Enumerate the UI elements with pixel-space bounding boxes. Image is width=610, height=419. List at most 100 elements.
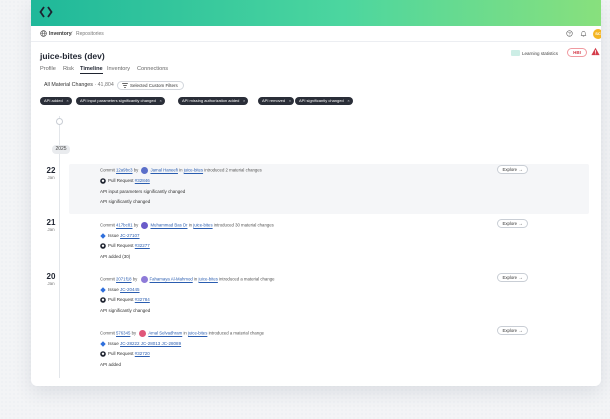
filter-chip[interactable]: API significantly changed × (295, 97, 353, 105)
change-item: API added (30) (100, 254, 131, 259)
commit-prefix: Commit (100, 276, 115, 282)
author-link[interactable]: Fahamaya Al-Mahmod (150, 277, 193, 282)
commit-action: introduced 2 material changes (204, 167, 262, 173)
date-month: Jan (47, 281, 55, 286)
chip-remove-icon[interactable]: × (66, 97, 68, 105)
author-avatar (140, 276, 148, 283)
explore-button[interactable]: Explore → (497, 273, 528, 282)
change-item: API significantly changed (100, 199, 151, 204)
commit-link[interactable]: 12a9bc3 (116, 168, 133, 173)
issue-link[interactable]: JC-28222 JC-28013 JC-28089 (120, 341, 181, 346)
filter-chip-label: API missing authorization added (182, 98, 240, 103)
explore-button[interactable]: Explore → (497, 165, 528, 174)
filter-chip-label: API significantly changed (299, 98, 344, 103)
help-icon[interactable] (566, 30, 573, 37)
pull-request-link[interactable]: #32846 (135, 178, 150, 183)
issue-ref: Issue JC-28222 JC-28013 JC-28089 (100, 341, 181, 347)
pull-request-ref: Pull Request #32720 (100, 351, 150, 357)
screenshot-stage: Inventory / Repositories SC juice-bites … (0, 0, 610, 419)
filter-chip[interactable]: API input parameters significantly chang… (76, 97, 165, 105)
app-window: Inventory / Repositories SC juice-bites … (31, 0, 601, 386)
date-day: 20 (46, 272, 56, 281)
commit-link[interactable]: 576345 (116, 331, 130, 336)
commit-action: introduced a material change (219, 276, 275, 282)
author-avatar (141, 222, 149, 229)
chip-remove-icon[interactable]: × (289, 97, 291, 105)
author-link[interactable]: Amal Selvadhram (148, 331, 182, 336)
commit-action: introduced 30 material changes (213, 222, 274, 228)
commit-summary: Commit 12a9bc3 by Jamal Haneefi in juice… (100, 167, 262, 174)
pull-request-link[interactable]: #32720 (135, 351, 150, 356)
repo-link[interactable]: juice-bites (193, 223, 212, 228)
commit-by: by (133, 167, 139, 173)
github-icon (100, 243, 106, 249)
user-avatar[interactable]: SC (593, 29, 601, 39)
repo-link[interactable]: juice-bites (199, 277, 218, 282)
chip-remove-icon[interactable]: × (159, 97, 161, 105)
commit-link[interactable]: 417bc81 (116, 223, 133, 228)
ref-type: Issue (108, 287, 119, 293)
author-link[interactable]: Muhammad Bas Dr (150, 223, 187, 228)
app-logo-icon[interactable] (39, 5, 53, 19)
commit-in: in (188, 222, 193, 228)
filter-chip[interactable]: API missing authorization added × (178, 97, 249, 105)
commit-summary: Commit 2071f18 by Fahamaya Al-Mahmod in … (100, 276, 275, 283)
learning-statistics-label: Learning statistics (522, 51, 559, 56)
hbi-badge[interactable]: HBI (567, 48, 587, 57)
jira-icon (100, 341, 106, 347)
filter-chip-label: API added (44, 98, 63, 103)
jira-icon (100, 287, 106, 293)
chip-remove-icon[interactable]: × (347, 97, 349, 105)
commit-by: by (133, 222, 139, 228)
issue-link[interactable]: JC-27107 (120, 233, 140, 238)
github-icon (100, 178, 106, 184)
commit-action: introduced a material change (208, 330, 264, 336)
repo-link[interactable]: juice-bites (188, 331, 207, 336)
commit-by: by (131, 330, 137, 336)
ref-type: Pull Request (108, 297, 134, 303)
commit-in: in (179, 167, 183, 173)
date-day: 22 (46, 166, 56, 175)
custom-filters-button[interactable]: Selected Custom Filters (117, 81, 184, 90)
pull-request-link[interactable]: #32277 (135, 243, 150, 248)
date-day: 21 (46, 218, 56, 227)
ref-type: Pull Request (108, 243, 134, 249)
author-link[interactable]: Jamal Haneefi (150, 168, 177, 173)
explore-button[interactable]: Explore → (497, 219, 528, 228)
filter-chip-label: API input parameters significantly chang… (80, 98, 156, 103)
date-label: 21 Jan (40, 218, 62, 232)
page-title: juice-bites (dev) (40, 51, 105, 61)
repo-link[interactable]: juice-bites (184, 168, 203, 173)
pull-request-ref: Pull Request #32784 (100, 297, 150, 303)
ref-type: Issue (108, 233, 119, 239)
tab-timeline[interactable]: Timeline (80, 66, 103, 74)
tab-connections[interactable]: Connections (137, 66, 168, 72)
filter-chip[interactable]: API added × (40, 97, 72, 105)
date-month: Jan (47, 175, 55, 180)
filter-chip-label: API removed (262, 98, 286, 103)
learning-statistics-icon (511, 50, 520, 56)
warning-icon[interactable] (591, 47, 600, 56)
breadcrumb-bar: Inventory / Repositories SC (31, 26, 601, 42)
tab-inventory[interactable]: Inventory (107, 66, 130, 72)
filter-chip[interactable]: API removed × (258, 97, 295, 105)
tab-profile[interactable]: Profile (40, 66, 56, 72)
chip-remove-icon[interactable]: × (243, 97, 245, 105)
tab-risk[interactable]: Risk (63, 66, 74, 72)
breadcrumb-repositories[interactable]: Repositories (76, 31, 104, 37)
timeline-rail (59, 116, 60, 378)
breadcrumb-inventory[interactable]: Inventory (49, 31, 72, 37)
notifications-icon[interactable] (580, 30, 587, 37)
commit-link[interactable]: 2071f18 (116, 277, 132, 282)
custom-filters-label: Selected Custom Filters (130, 83, 178, 88)
change-item: API significantly changed (100, 308, 151, 313)
changes-count: · 41,804 (94, 82, 114, 88)
timeline-start-node (56, 118, 63, 125)
issue-ref: Issue JC-27107 (100, 233, 140, 239)
explore-button[interactable]: Explore → (497, 326, 528, 335)
commit-prefix: Commit (100, 222, 115, 228)
filter-icon (122, 83, 128, 88)
pull-request-link[interactable]: #32784 (135, 297, 150, 302)
year-marker: 2025 (52, 145, 70, 154)
issue-link[interactable]: JC-20445 (120, 287, 140, 292)
